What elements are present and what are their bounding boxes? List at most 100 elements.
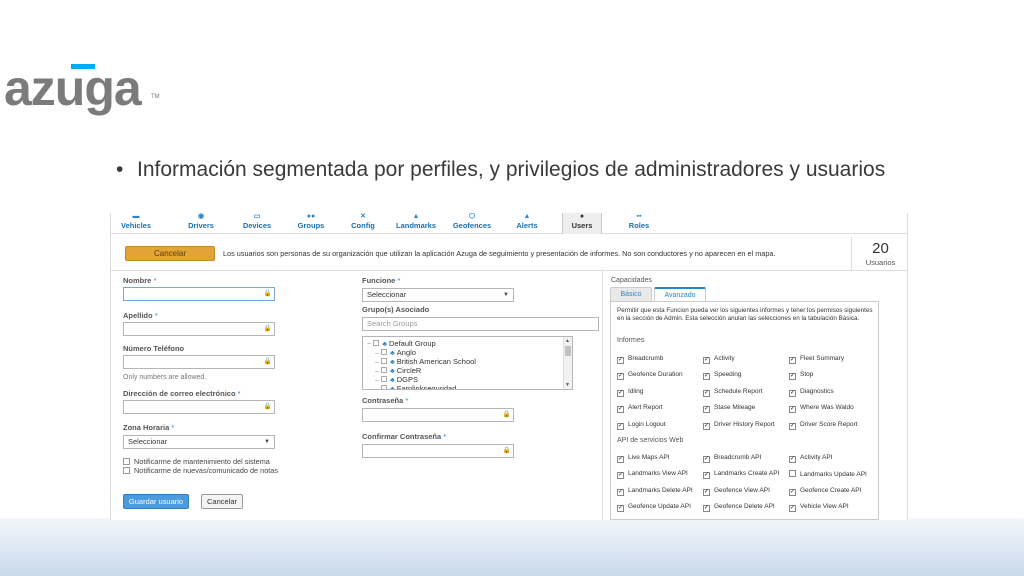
nav-item-users[interactable]: ● Users — [562, 213, 602, 234]
permission-option[interactable]: ✓ Stase Mileage — [703, 404, 755, 414]
permission-checkbox[interactable]: ✓ — [617, 406, 624, 414]
nav-item-roles[interactable]: ▪▪ Roles — [619, 213, 659, 234]
nav-item-config[interactable]: ✕ Config — [342, 213, 384, 234]
funcione-select[interactable]: Seleccionar ▼ — [362, 288, 514, 302]
permission-option[interactable]: ✓ Where Was Waldo — [789, 404, 854, 414]
cancel-top-button[interactable]: Cancelar — [125, 246, 215, 261]
permission-checkbox[interactable]: ✓ — [703, 373, 710, 381]
permission-option[interactable]: Landmarks Update API — [789, 470, 867, 478]
permission-checkbox[interactable]: ✓ — [789, 422, 796, 430]
tree-checkbox[interactable] — [381, 376, 388, 382]
permission-checkbox[interactable]: ✓ — [617, 488, 624, 496]
permission-checkbox[interactable]: ✓ — [703, 456, 710, 463]
tree-checkbox[interactable] — [381, 385, 388, 389]
tree-checkbox[interactable] — [381, 367, 388, 373]
notify-news-option[interactable]: Notificarme de nuevas/comunicado de nota… — [123, 466, 278, 475]
zona-select[interactable]: Seleccionar ▼ — [123, 435, 275, 449]
permission-checkbox[interactable]: ✓ — [789, 505, 796, 513]
permission-checkbox[interactable]: ✓ — [703, 505, 710, 513]
notify-maintenance-checkbox[interactable] — [123, 458, 130, 465]
permission-checkbox[interactable]: ✓ — [789, 373, 796, 381]
tree-checkbox[interactable] — [381, 358, 388, 364]
permission-option[interactable]: ✓ Breadcrumb — [617, 355, 663, 364]
correo-field[interactable]: 🔒 — [123, 400, 275, 414]
nav-item-landmarks[interactable]: ▲ Landmarks — [390, 213, 442, 234]
permission-option[interactable]: ✓ Landmarks View API — [617, 470, 688, 480]
apellido-field[interactable]: 🔒 — [123, 322, 275, 336]
cancel-button[interactable]: Cancelar — [201, 494, 243, 509]
permission-option[interactable]: ✓ Activity — [703, 355, 735, 364]
tree-connector: – — [375, 366, 380, 375]
permission-label: Geofence Create API — [800, 486, 862, 494]
permission-checkbox[interactable]: ✓ — [789, 406, 796, 414]
tree-item-label: CircleR — [396, 366, 422, 375]
scroll-thumb[interactable] — [565, 346, 571, 356]
permission-checkbox[interactable]: ✓ — [703, 422, 710, 430]
permission-checkbox[interactable]: ✓ — [703, 389, 710, 397]
nav-item-alerts[interactable]: ▲ Alerts — [506, 213, 548, 234]
scroll-down-icon[interactable]: ▼ — [565, 382, 570, 388]
permission-checkbox[interactable] — [789, 470, 796, 478]
notify-news-checkbox[interactable] — [123, 467, 130, 474]
permission-checkbox[interactable]: ✓ — [617, 389, 624, 397]
permission-option[interactable]: ✓ Geofence View API — [703, 487, 770, 496]
nav-item-geofences[interactable]: ⬡ Geofences — [444, 213, 500, 234]
permission-label: Driver History Report — [714, 420, 775, 428]
tree-scrollbar[interactable]: ▲ ▼ — [563, 337, 572, 389]
permission-option[interactable]: ✓ Alert Report — [617, 404, 663, 414]
tree-checkbox[interactable] — [373, 340, 380, 346]
permission-checkbox[interactable]: ✓ — [703, 357, 710, 364]
permission-option[interactable]: ✓ Driver Score Report — [789, 421, 857, 430]
permission-option[interactable]: ✓ Diagnostics — [789, 388, 834, 397]
permission-option[interactable]: ✓ Geofence Duration — [617, 371, 683, 381]
nav-item-vehicles[interactable]: ▬ Vehicles — [111, 213, 161, 234]
permission-option[interactable]: ✓ Landmarks Create API — [703, 470, 779, 480]
permission-checkbox[interactable]: ✓ — [617, 422, 624, 430]
permission-checkbox[interactable]: ✓ — [617, 373, 624, 381]
nav-item-devices[interactable]: ▭ Devices — [232, 213, 282, 234]
permission-checkbox[interactable]: ✓ — [789, 357, 796, 364]
tab-avanzado[interactable]: Avanzado — [654, 287, 706, 301]
nav-item-groups[interactable]: ●● Groups — [288, 213, 334, 234]
search-groups-input[interactable]: Search Groups — [362, 317, 599, 331]
nombre-field[interactable]: 🔒 — [123, 287, 275, 301]
permission-option[interactable]: ✓ Live Maps API — [617, 454, 670, 463]
permission-option[interactable]: ✓ Geofence Update API — [617, 503, 691, 513]
permission-option[interactable]: ✓ Breadcrumb API — [703, 454, 761, 463]
slide-footer-band — [0, 518, 1024, 576]
password-field[interactable]: 🔒 — [362, 408, 514, 422]
scroll-up-icon[interactable]: ▲ — [565, 338, 570, 344]
permission-checkbox[interactable]: ✓ — [617, 456, 624, 463]
permission-checkbox[interactable]: ✓ — [617, 472, 624, 480]
permission-checkbox[interactable]: ✓ — [789, 389, 796, 397]
permission-checkbox[interactable]: ✓ — [703, 406, 710, 414]
permission-option[interactable]: ✓ Geofence Delete API — [703, 503, 775, 513]
confirm-password-field[interactable]: 🔒 — [362, 444, 514, 458]
permission-option[interactable]: ✓ Schedule Report — [703, 388, 762, 397]
permission-checkbox[interactable]: ✓ — [789, 456, 796, 463]
save-user-button[interactable]: Guardar usuario — [123, 494, 189, 509]
permission-checkbox[interactable]: ✓ — [617, 357, 624, 364]
permission-option[interactable]: ✓ Stop — [789, 371, 813, 381]
permission-option[interactable]: ✓ Vehicle View API — [789, 503, 849, 513]
permission-checkbox[interactable]: ✓ — [703, 472, 710, 480]
permission-option[interactable]: ✓ Fleet Summary — [789, 355, 844, 364]
permission-option[interactable]: ✓ Speeding — [703, 371, 741, 381]
permission-option[interactable]: ✓ Driver History Report — [703, 421, 775, 430]
page-topbar: Cancelar Los usuarios son personas de su… — [111, 237, 907, 271]
permission-checkbox[interactable]: ✓ — [703, 488, 710, 496]
users-count: 20 Usuarios — [851, 237, 907, 271]
permission-checkbox[interactable]: ✓ — [789, 488, 796, 496]
tab-basico[interactable]: Básico — [610, 287, 652, 301]
permission-checkbox[interactable]: ✓ — [617, 505, 624, 513]
permission-option[interactable]: ✓ Landmarks Delete API — [617, 487, 693, 496]
tree-item[interactable]: – ♣ Farnlinkseguridad — [375, 384, 456, 389]
permission-option[interactable]: ✓ Geofence Create API — [789, 487, 861, 496]
notify-maintenance-option[interactable]: Notificarme de mantenimiento del sistema — [123, 457, 270, 466]
tree-checkbox[interactable] — [381, 349, 388, 355]
permission-option[interactable]: ✓ Login Logout — [617, 421, 666, 430]
nav-item-drivers[interactable]: ◉ Drivers — [177, 213, 225, 234]
permission-option[interactable]: ✓ Idling — [617, 388, 644, 397]
telefono-field[interactable]: 🔒 — [123, 355, 275, 369]
permission-option[interactable]: ✓ Activity API — [789, 454, 833, 463]
